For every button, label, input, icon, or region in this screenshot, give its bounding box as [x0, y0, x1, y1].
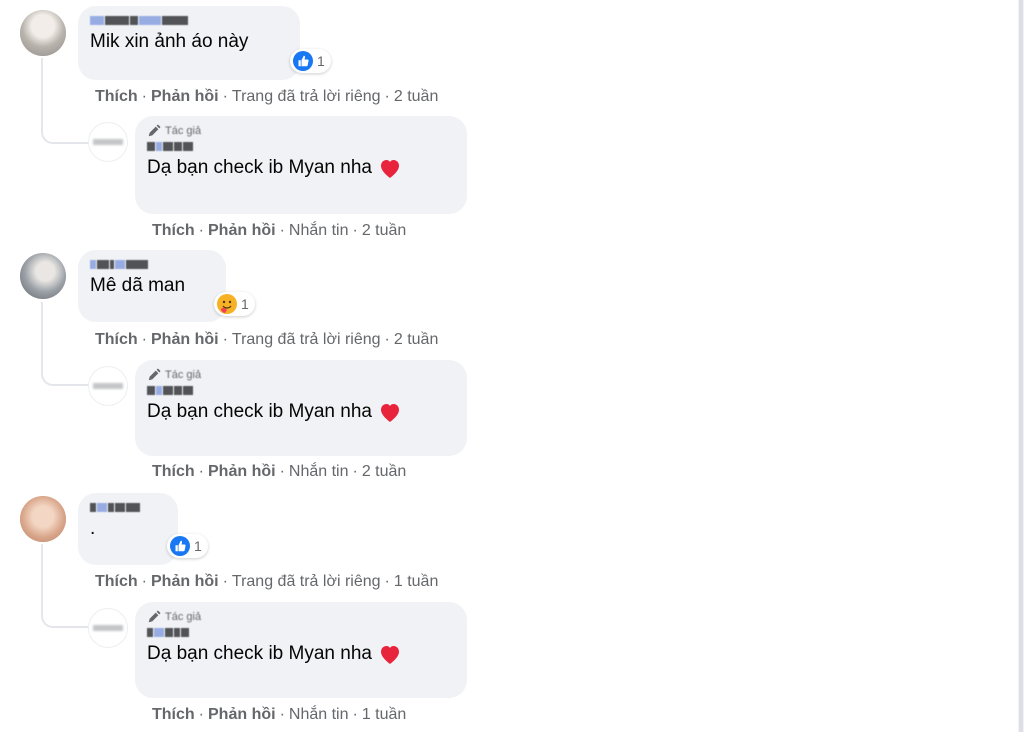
reply-actions: Thích · Phản hồi · Nhắn tin · 2 tuần [152, 463, 407, 480]
author-badge: Tác giả [147, 368, 455, 382]
timestamp[interactable]: 2 tuần [394, 331, 438, 348]
red-heart-icon [380, 159, 399, 178]
timestamp[interactable]: 2 tuần [362, 222, 406, 239]
scrollbar-track[interactable] [1018, 0, 1024, 732]
like-link[interactable]: Thích [95, 573, 138, 590]
reply-status: Trang đã trả lời riêng [231, 573, 381, 590]
reply-actions: Thích · Phản hồi · Nhắn tin · 1 tuần [152, 706, 407, 723]
reply-link[interactable]: Phản hồi [151, 88, 219, 105]
reply-link[interactable]: Phản hồi [151, 573, 219, 590]
reaction-count: 1 [317, 53, 325, 69]
comment-actions: Thích · Phản hồi · Trang đã trả lời riêng · 2 … [95, 331, 439, 348]
pencil-author-icon [148, 610, 161, 623]
pencil-author-icon [148, 368, 161, 381]
comment-bubble[interactable]: Mê dã man [78, 250, 226, 322]
reply-text: Dạ bạn check ib Myan nha [147, 642, 455, 666]
author-badge: Tác giả [147, 124, 455, 138]
like-link[interactable]: Thích [95, 88, 138, 105]
page-avatar[interactable] [88, 122, 128, 162]
reaction-summary[interactable]: 1 [214, 292, 255, 316]
message-link[interactable]: Nhắn tin [289, 706, 349, 723]
like-link[interactable]: Thích [152, 706, 195, 723]
timestamp[interactable]: 1 tuần [362, 706, 406, 723]
page-name[interactable] [147, 384, 455, 396]
page-name[interactable] [147, 140, 455, 152]
reply-link[interactable]: Phản hồi [208, 706, 276, 723]
scrollbar-thumb[interactable] [1019, 0, 1023, 732]
care-emoji-icon [217, 294, 237, 314]
commenter-name[interactable] [90, 501, 166, 513]
reaction-summary[interactable]: 1 [290, 49, 331, 73]
message-link[interactable]: Nhắn tin [289, 463, 349, 480]
reply-bubble[interactable]: Tác giả Dạ bạn check ib Myan nha [135, 116, 467, 214]
like-link[interactable]: Thích [95, 331, 138, 348]
comment-text: Mik xin ảnh áo này [90, 31, 249, 52]
comment-bubble[interactable]: Mik xin ảnh áo này [78, 6, 300, 80]
reply-link[interactable]: Phản hồi [208, 463, 276, 480]
timestamp[interactable]: 2 tuần [362, 463, 406, 480]
author-badge: Tác giả [147, 610, 455, 624]
avatar[interactable] [20, 253, 66, 299]
reply-bubble[interactable]: Tác giả Dạ bạn check ib Myan nha [135, 602, 467, 698]
commenter-name[interactable] [90, 14, 288, 26]
thumbs-up-icon [293, 51, 313, 71]
reply-link[interactable]: Phản hồi [208, 222, 276, 239]
comment-actions: Thích · Phản hồi · Trang đã trả lời riêng · 1 … [95, 573, 439, 590]
avatar[interactable] [20, 10, 66, 56]
red-heart-icon [380, 403, 399, 422]
timestamp[interactable]: 2 tuần [394, 88, 438, 105]
reply-text: Dạ bạn check ib Myan nha [147, 400, 455, 424]
comment-bubble[interactable]: . [78, 493, 178, 565]
reply-link[interactable]: Phản hồi [151, 331, 219, 348]
comment-text: . [90, 518, 96, 539]
reaction-count: 1 [194, 538, 202, 554]
red-heart-icon [380, 645, 399, 664]
reply-status: Trang đã trả lời riêng [231, 331, 381, 348]
thumbs-up-icon [170, 536, 190, 556]
reply-status: Trang đã trả lời riêng [231, 88, 381, 105]
comment-text: Mê dã man [90, 275, 186, 296]
reply-bubble[interactable]: Tác giả Dạ bạn check ib Myan nha [135, 360, 467, 456]
message-link[interactable]: Nhắn tin [289, 222, 349, 239]
reaction-summary[interactable]: 1 [167, 534, 208, 558]
reply-text: Dạ bạn check ib Myan nha [147, 156, 455, 180]
page-avatar[interactable] [88, 366, 128, 406]
like-link[interactable]: Thích [152, 463, 195, 480]
commenter-name[interactable] [90, 258, 214, 270]
avatar[interactable] [20, 496, 66, 542]
timestamp[interactable]: 1 tuần [394, 573, 438, 590]
reply-actions: Thích · Phản hồi · Nhắn tin · 2 tuần [152, 222, 407, 239]
page-avatar[interactable] [88, 608, 128, 648]
pencil-author-icon [148, 124, 161, 137]
page-name[interactable] [147, 626, 455, 638]
comment-actions: Thích · Phản hồi · Trang đã trả lời riêng · 2 … [95, 88, 439, 105]
like-link[interactable]: Thích [152, 222, 195, 239]
reaction-count: 1 [241, 296, 249, 312]
